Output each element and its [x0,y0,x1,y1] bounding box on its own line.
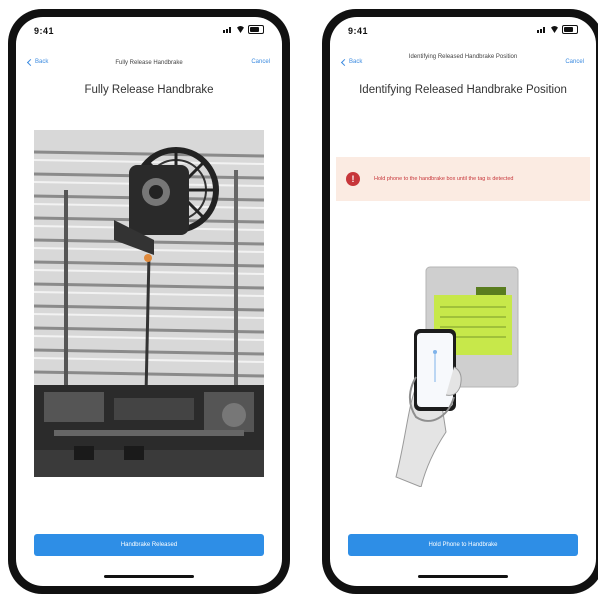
back-label: Back [35,59,49,65]
status-bar: 9:41 [330,17,596,45]
wifi-icon [550,26,559,33]
status-time: 9:41 [34,26,55,36]
status-icons [537,25,578,34]
nav-title: Identifying Released Handbrake Position [408,54,518,60]
handbrake-photo [34,130,264,477]
cancel-button[interactable]: Cancel [565,59,584,65]
navigation-bar: Back Identifying Released Handbrake Posi… [330,45,596,81]
hold-phone-to-handbrake-button[interactable]: Hold Phone to Handbrake [348,534,578,556]
wifi-icon [236,26,245,33]
home-indicator [104,575,194,578]
alert-icon: ! [346,172,360,186]
phone-frame-right: 9:41 Back Identifying Released Handbrake… [322,9,598,594]
back-button[interactable]: Back [340,58,363,66]
phone-tap-illustration [376,257,556,488]
battery-icon [248,25,264,34]
phone-frame-left: 9:41 Back Fully Release Handbrake Cancel… [8,9,290,594]
battery-icon [562,25,578,34]
status-bar: 9:41 [16,17,282,45]
handbrake-released-button[interactable]: Handbrake Released [34,534,264,556]
home-indicator [418,575,508,578]
chevron-left-icon [340,58,349,66]
status-icons [223,25,264,34]
cellular-signal-icon [537,26,547,33]
status-time: 9:41 [348,26,369,36]
chevron-left-icon [26,58,35,66]
page-title: Fully Release Handbrake [84,84,214,96]
page-title: Identifying Released Handbrake Position [359,84,567,96]
navigation-bar: Back Fully Release Handbrake Cancel [16,45,282,81]
back-label: Back [349,59,363,65]
warning-banner: ! Hold phone to the handbrake box until … [336,157,590,201]
cancel-button[interactable]: Cancel [251,59,270,65]
screen-identifying-handbrake-position: 9:41 Back Identifying Released Handbrake… [330,17,596,586]
screen-fully-release-handbrake: 9:41 Back Fully Release Handbrake Cancel… [16,17,282,586]
cellular-signal-icon [223,26,233,33]
nav-title: Fully Release Handbrake [115,60,183,66]
warning-text: Hold phone to the handbrake box until th… [374,176,514,182]
back-button[interactable]: Back [26,58,49,66]
